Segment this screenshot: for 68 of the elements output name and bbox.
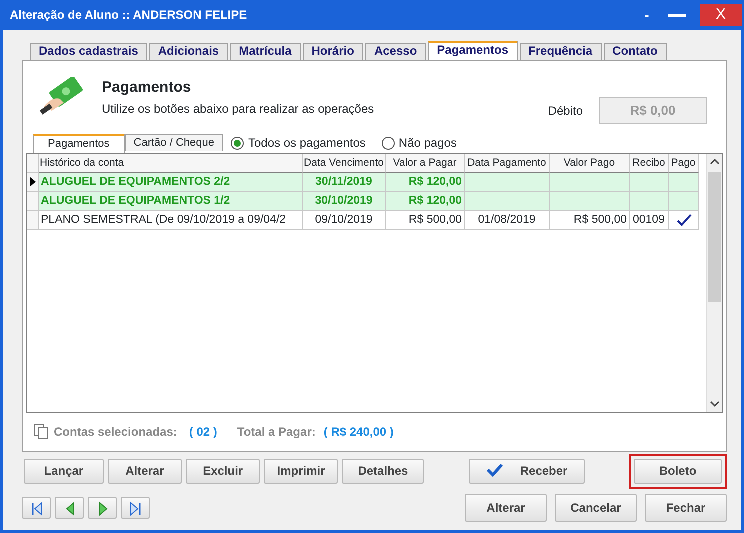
table-cell: 00109	[630, 211, 669, 230]
table-cell	[630, 192, 669, 211]
table-cell: R$ 500,00	[386, 211, 465, 230]
section-title: Pagamentos	[102, 78, 192, 98]
debit-field: R$ 0,00	[599, 97, 707, 124]
table-cell: 01/08/2019	[465, 211, 550, 230]
close-button[interactable]: X	[700, 4, 742, 26]
table-cell: ALUGUEL DE EQUIPAMENTOS 2/2	[39, 173, 303, 192]
table-cell: ALUGUEL DE EQUIPAMENTOS 1/2	[39, 192, 303, 211]
table-cell	[630, 173, 669, 192]
selected-accounts-label: Contas selecionadas:	[54, 424, 178, 441]
total-value: ( R$ 240,00 )	[324, 424, 394, 441]
action-button[interactable]: Detalhes	[342, 458, 424, 484]
tab[interactable]: Pagamentos	[428, 41, 518, 60]
tab[interactable]: Matrícula	[230, 43, 301, 60]
check-icon	[486, 463, 504, 477]
row-indicator[interactable]	[27, 173, 39, 192]
previous-button[interactable]	[55, 497, 84, 519]
footer-button[interactable]: Fechar	[645, 494, 727, 522]
bar-right-arrow-icon	[128, 500, 144, 517]
tab[interactable]: Horário	[302, 43, 364, 60]
radio-label[interactable]: Não pagos	[398, 134, 457, 152]
minimize-button[interactable]: -	[632, 4, 662, 26]
subtab[interactable]: Cartão / Cheque	[124, 134, 224, 151]
tab[interactable]: Contato	[604, 43, 667, 60]
action-button[interactable]: Lançar	[24, 458, 104, 484]
selected-accounts-count: ( 02 )	[189, 424, 218, 441]
subtab[interactable]: Pagamentos	[33, 134, 125, 153]
documents-icon	[34, 424, 50, 440]
window-title: Alteração de Aluno :: ANDERSON FELIPE	[10, 7, 248, 24]
maximize-button[interactable]	[668, 14, 686, 16]
tab[interactable]: Adicionais	[149, 43, 228, 60]
action-button[interactable]: Imprimir	[264, 458, 338, 484]
radio-button[interactable]	[382, 136, 395, 150]
last-record-button[interactable]	[121, 497, 150, 519]
column-header[interactable]: Valor a Pagar	[386, 154, 465, 173]
table-cell: R$ 120,00	[386, 173, 465, 192]
table-cell: 30/10/2019	[303, 192, 386, 211]
scrollbar-thumb[interactable]	[708, 172, 721, 302]
check-icon	[676, 214, 692, 226]
action-button[interactable]: Excluir	[186, 458, 260, 484]
first-record-button[interactable]	[22, 497, 51, 519]
next-button[interactable]	[88, 497, 117, 519]
column-header[interactable]: Valor Pago	[550, 154, 630, 173]
radio-label[interactable]: Todos os pagamentos	[248, 134, 366, 152]
footer-button[interactable]: Cancelar	[555, 494, 637, 522]
column-header[interactable]: Pago	[669, 154, 699, 173]
table-cell: 30/11/2019	[303, 173, 386, 192]
tab[interactable]: Frequência	[520, 43, 602, 60]
footer-button[interactable]: Alterar	[465, 494, 547, 522]
tab[interactable]: Dados cadastrais	[30, 43, 148, 60]
total-label: Total a Pagar:	[237, 424, 316, 441]
column-header[interactable]: Histórico da conta	[39, 154, 303, 173]
table-cell: PLANO SEMESTRAL (De 09/10/2019 a 09/04/2	[39, 211, 303, 230]
column-header[interactable]: Recibo	[630, 154, 669, 173]
column-header[interactable]: Data Vencimento	[303, 154, 386, 173]
action-button[interactable]: Boleto	[634, 458, 722, 484]
table-cell: R$ 500,00	[550, 211, 630, 230]
action-button[interactable]: Alterar	[108, 458, 182, 484]
tab[interactable]: Acesso	[365, 43, 426, 60]
table-cell: R$ 120,00	[386, 192, 465, 211]
radio-button[interactable]	[231, 136, 244, 150]
action-button[interactable]: Receber	[469, 458, 586, 484]
debit-label: Débito	[548, 102, 583, 120]
section-subtitle: Utilize os botões abaixo para realizar as operações	[102, 100, 374, 118]
money-hand-icon	[38, 77, 86, 117]
column-header[interactable]: Data Pagamento	[465, 154, 550, 173]
table-cell: 09/10/2019	[303, 211, 386, 230]
